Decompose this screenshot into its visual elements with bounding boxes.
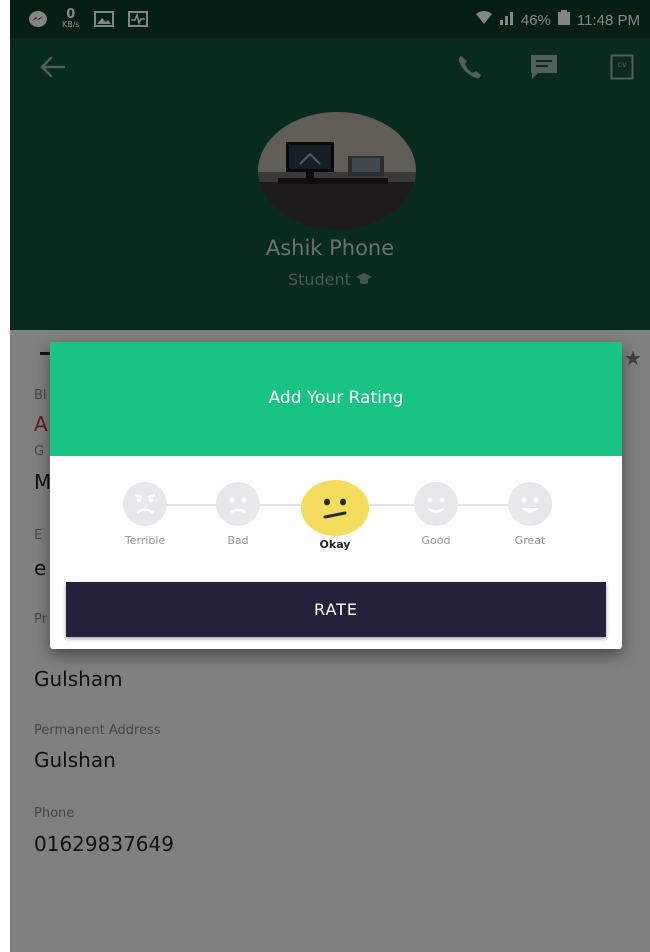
rate-button[interactable]: RATE — [66, 582, 606, 637]
app-screen: 0 KB/s 46% 11:48 PM cv Ashik Phone Stude… — [10, 0, 650, 952]
rating-label-great: Great — [514, 534, 546, 547]
dialog-header: Add Your Rating — [50, 342, 622, 456]
rating-label-terrible: Terrible — [124, 534, 166, 547]
rating-label-bad: Bad — [227, 534, 249, 547]
okay-face-icon[interactable] — [301, 480, 369, 536]
rating-label-okay: Okay — [319, 538, 351, 551]
bad-face-icon[interactable] — [216, 482, 260, 526]
dialog-title: Add Your Rating — [268, 388, 404, 408]
rating-dialog: Add Your Rating Terrible Bad Okay Good G… — [50, 342, 622, 649]
rating-label-good: Good — [421, 534, 451, 547]
good-face-icon[interactable] — [414, 482, 458, 526]
great-face-icon[interactable] — [508, 482, 552, 526]
terrible-face-icon[interactable] — [123, 482, 167, 526]
